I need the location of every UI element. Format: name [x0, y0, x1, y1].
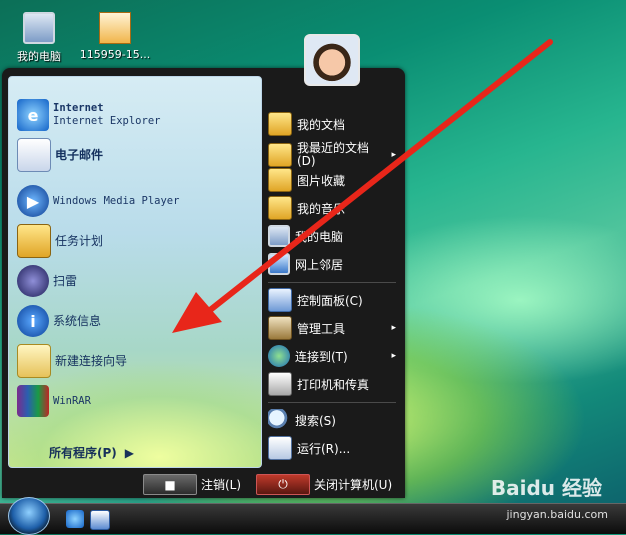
program-label: 系统信息 — [53, 313, 102, 328]
right-item-label: 我最近的文档 — [297, 141, 370, 155]
quicklaunch-desktop-icon[interactable] — [90, 510, 110, 530]
pictures-folder-icon — [268, 168, 292, 192]
program-text: Internet Internet Explorer — [53, 102, 160, 128]
start-menu: e Internet Internet Explorer 电子邮件 ▶ Wind… — [2, 68, 405, 498]
program-connection-wizard[interactable]: 新建连接向导 — [17, 343, 253, 379]
computer-icon — [23, 12, 55, 44]
lock-icon: ■ — [164, 477, 176, 492]
program-label: 任务计划 — [55, 233, 104, 248]
program-system-info[interactable]: i 系统信息 — [17, 303, 253, 339]
right-item-label: 打印机和传真 — [297, 377, 370, 392]
desktop-icon-my-computer[interactable]: 我的电脑 — [0, 12, 78, 64]
program-minesweeper[interactable]: 扫雷 — [17, 263, 253, 299]
program-email[interactable]: 电子邮件 — [17, 137, 253, 173]
right-item-admin-tools[interactable]: 管理工具 ▸ — [268, 316, 400, 340]
power-icon: ⏻ — [278, 477, 288, 491]
program-internet-explorer[interactable]: e Internet Internet Explorer — [17, 97, 253, 133]
email-icon — [17, 138, 51, 172]
recent-docs-folder-icon — [268, 143, 292, 167]
shutdown-button[interactable]: ⏻ — [256, 474, 310, 495]
run-icon — [268, 436, 292, 460]
right-item-my-computer[interactable]: 我的电脑 — [268, 224, 400, 248]
right-item-label: 我的音乐 — [297, 201, 346, 216]
connect-to-icon — [268, 345, 290, 367]
program-label: 扫雷 — [53, 273, 78, 288]
right-item-control-panel[interactable]: 控制面板(C) — [268, 288, 400, 312]
shutdown-label[interactable]: 关闭计算机(U) — [314, 476, 392, 493]
right-item-my-documents[interactable]: 我的文档 — [268, 112, 400, 136]
right-item-label: 控制面板(C) — [297, 293, 363, 308]
quicklaunch-internet-explorer-icon[interactable] — [66, 510, 84, 528]
program-subtitle: Internet Explorer — [53, 115, 161, 127]
winrar-icon — [17, 385, 49, 417]
right-item-label: 图片收藏 — [297, 173, 346, 188]
right-item-connect-to[interactable]: 连接到(T) ▸ — [268, 344, 400, 368]
logoff-button[interactable]: ■ — [143, 474, 197, 495]
start-menu-left-pane: e Internet Internet Explorer 电子邮件 ▶ Wind… — [8, 76, 262, 468]
desktop-icon-image-file[interactable]: 115959-15... — [76, 12, 154, 61]
right-item-label: 我的电脑 — [295, 229, 344, 244]
right-item-label: 网上邻居 — [295, 257, 344, 272]
program-windows-media-player[interactable]: ▶ Windows Media Player — [17, 183, 253, 219]
right-item-label-group: 我最近的文档 (D) — [297, 142, 369, 168]
submenu-arrow-icon: ▸ — [391, 351, 396, 361]
right-item-network-places[interactable]: 网上邻居 — [268, 252, 400, 276]
user-avatar[interactable] — [304, 34, 360, 86]
all-programs-button[interactable]: 所有程序(P) ▶ — [49, 444, 134, 461]
right-item-printers[interactable]: 打印机和传真 — [268, 372, 400, 396]
system-info-icon: i — [17, 305, 49, 337]
program-label: 电子邮件 — [55, 147, 104, 162]
logoff-label[interactable]: 注销(L) — [201, 476, 241, 493]
program-winrar[interactable]: WinRAR — [17, 383, 253, 419]
printer-icon — [268, 372, 292, 396]
desktop-icon-label: 115959-15... — [79, 48, 151, 61]
connection-wizard-icon — [17, 344, 51, 378]
search-icon — [268, 409, 290, 431]
minesweeper-icon — [17, 265, 49, 297]
right-item-my-pictures[interactable]: 图片收藏 — [268, 168, 400, 192]
admin-tools-icon — [268, 316, 292, 340]
media-player-icon: ▶ — [17, 185, 49, 217]
right-item-label: 我的文档 — [297, 117, 346, 132]
right-item-search[interactable]: 搜索(S) — [268, 408, 400, 432]
divider — [268, 282, 396, 283]
right-item-run[interactable]: 运行(R)... — [268, 436, 400, 460]
right-item-label: 管理工具 — [297, 321, 346, 336]
submenu-arrow-icon: ▸ — [391, 323, 396, 333]
program-label: 新建连接向导 — [55, 353, 128, 368]
start-button[interactable] — [8, 497, 50, 535]
computer-icon — [268, 225, 290, 247]
right-item-recent-documents[interactable]: 我最近的文档 (D) ▸ — [268, 140, 400, 170]
network-icon — [268, 253, 290, 275]
right-item-my-music[interactable]: 我的音乐 — [268, 196, 400, 220]
image-file-icon — [99, 12, 131, 44]
all-programs-label: 所有程序(P) — [49, 446, 117, 460]
chevron-right-icon: ▶ — [124, 446, 134, 460]
control-panel-icon — [268, 288, 292, 312]
submenu-arrow-icon: ▸ — [391, 150, 396, 160]
desktop-icon-label: 我的电脑 — [17, 50, 61, 63]
music-folder-icon — [268, 196, 292, 220]
right-item-label: 连接到(T) — [295, 349, 348, 364]
internet-explorer-icon: e — [17, 99, 49, 131]
baidu-watermark: Baidu 经验 — [490, 476, 602, 500]
program-label: Windows Media Player — [53, 194, 180, 207]
task-scheduler-icon — [17, 224, 51, 258]
right-item-hotkey: (D) — [297, 154, 316, 168]
documents-folder-icon — [268, 112, 292, 136]
program-label: WinRAR — [53, 394, 91, 407]
program-task-scheduler[interactable]: 任务计划 — [17, 223, 253, 259]
program-title: Internet — [53, 102, 104, 114]
right-item-label: 搜索(S) — [295, 413, 336, 428]
divider — [268, 402, 396, 403]
right-item-label: 运行(R)... — [297, 441, 351, 456]
watermark-url: jingyan.baidu.com — [506, 508, 608, 521]
